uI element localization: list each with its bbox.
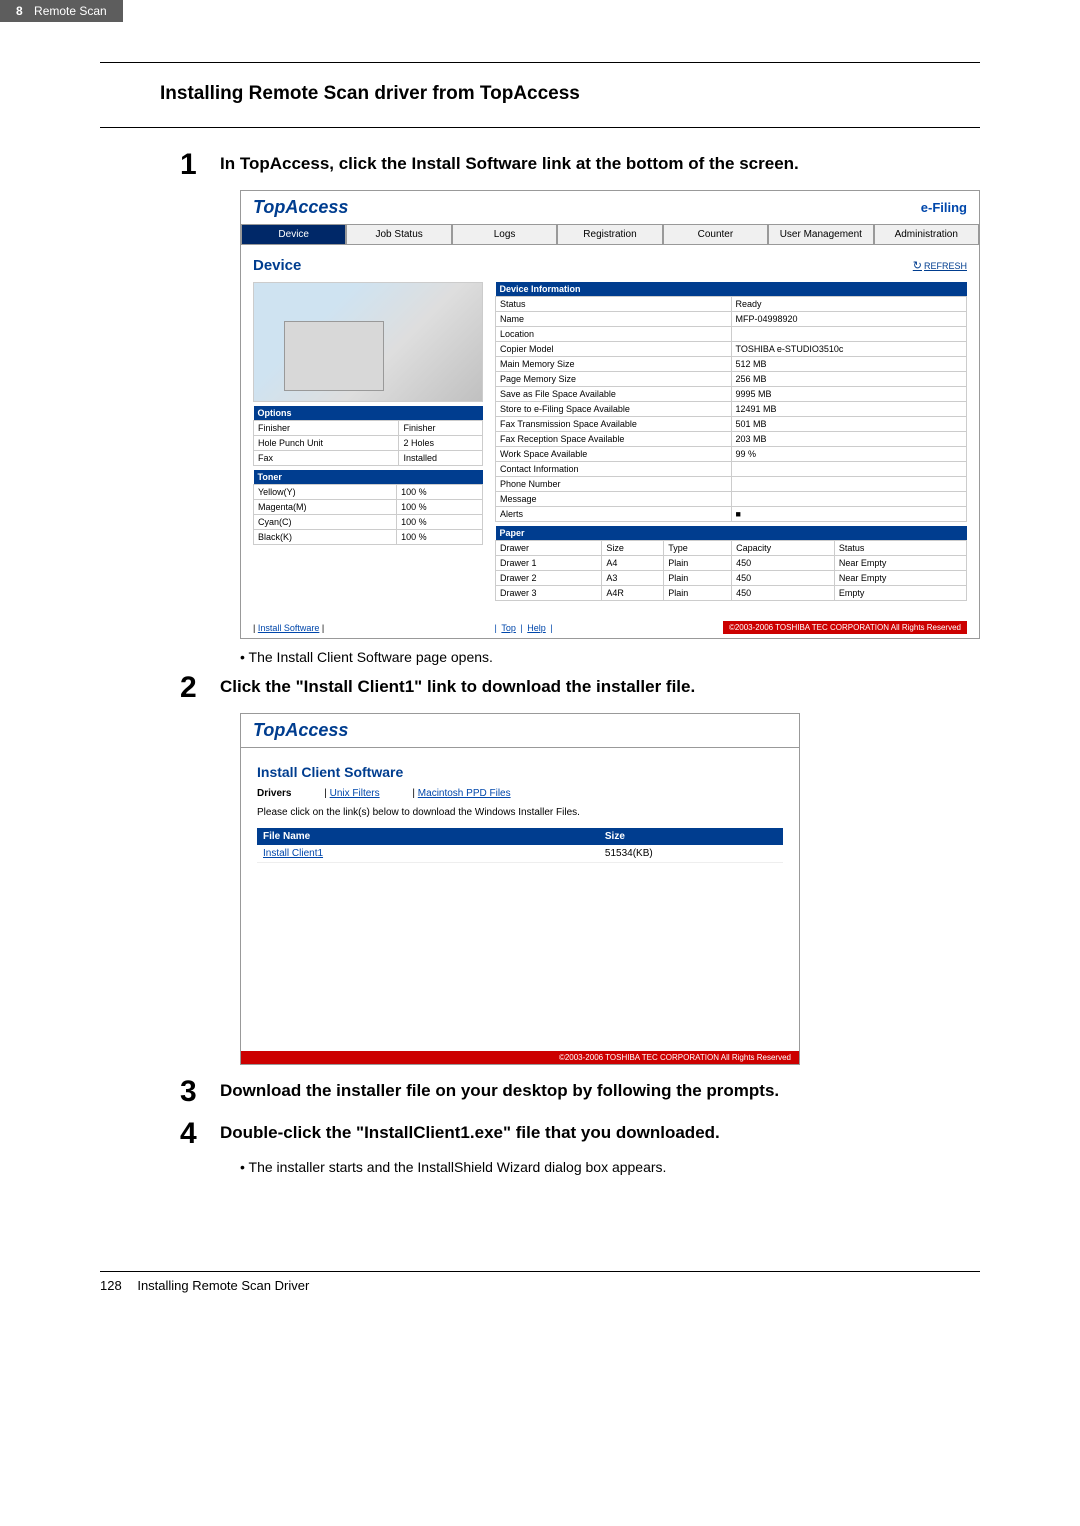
page-footer: 128 Installing Remote Scan Driver bbox=[0, 1261, 1080, 1303]
download-instruction: Please click on the link(s) below to dow… bbox=[257, 807, 783, 818]
step-4: 4 Double-click the "InstallClient1.exe" … bbox=[180, 1117, 980, 1151]
page-header-chapter: Remote Scan bbox=[34, 4, 107, 18]
toner-table: Toner Yellow(Y)100 % Magenta(M)100 % Cya… bbox=[253, 470, 483, 545]
help-link[interactable]: Help bbox=[527, 623, 546, 633]
deviceinfo-table: Device Information StatusReady NameMFP-0… bbox=[495, 282, 967, 522]
step4-note: The installer starts and the InstallShie… bbox=[240, 1159, 980, 1175]
tab-mac-ppd[interactable]: Macintosh PPD Files bbox=[418, 788, 511, 799]
screenshot-install-client: TopAccess Install Client Software Driver… bbox=[240, 713, 800, 1065]
topaccess-logo: TopAccess bbox=[253, 197, 348, 218]
tab-usermgmt[interactable]: User Management bbox=[768, 224, 873, 245]
file-size: 51534(KB) bbox=[599, 845, 783, 863]
topaccess-logo: TopAccess bbox=[253, 720, 348, 741]
install-client1-link[interactable]: Install Client1 bbox=[263, 848, 323, 859]
step-text: In TopAccess, click the Install Software… bbox=[220, 148, 980, 182]
footer-title: Installing Remote Scan Driver bbox=[137, 1278, 309, 1293]
tab-registration[interactable]: Registration bbox=[557, 224, 662, 245]
screenshot-topaccess-device: TopAccess e-Filing Device Job Status Log… bbox=[240, 190, 980, 639]
device-title: Device bbox=[253, 257, 301, 274]
refresh-link[interactable]: REFRESH bbox=[913, 259, 967, 272]
topaccess-tabs: Device Job Status Logs Registration Coun… bbox=[241, 224, 979, 245]
copyright-bar: ©2003-2006 TOSHIBA TEC CORPORATION All R… bbox=[723, 621, 967, 634]
tab-jobstatus[interactable]: Job Status bbox=[346, 224, 451, 245]
step-number: 3 bbox=[180, 1075, 220, 1109]
paper-table: Paper DrawerSize TypeCapacity Status Dra… bbox=[495, 526, 967, 601]
tab-unix-filters[interactable]: Unix Filters bbox=[330, 788, 380, 799]
install-client-software-title: Install Client Software bbox=[257, 764, 783, 780]
step-3: 3 Download the installer file on your de… bbox=[180, 1075, 980, 1109]
section-title: Installing Remote Scan driver from TopAc… bbox=[160, 83, 980, 105]
top-link[interactable]: Top bbox=[501, 623, 516, 633]
step-2: 2 Click the "Install Client1" link to do… bbox=[180, 671, 980, 705]
top-rule bbox=[100, 62, 980, 63]
footer-page-num: 128 bbox=[100, 1278, 122, 1293]
step-number: 1 bbox=[180, 148, 220, 182]
step1-note: The Install Client Software page opens. bbox=[240, 649, 980, 665]
printer-image bbox=[253, 282, 483, 402]
step-text: Click the "Install Client1" link to down… bbox=[220, 671, 980, 705]
options-table: Options FinisherFinisher Hole Punch Unit… bbox=[253, 406, 483, 466]
tab-logs[interactable]: Logs bbox=[452, 224, 557, 245]
tab-counter[interactable]: Counter bbox=[663, 224, 768, 245]
step-text: Download the installer file on your desk… bbox=[220, 1075, 980, 1109]
step-1: 1 In TopAccess, click the Install Softwa… bbox=[180, 148, 980, 182]
copyright-bar: ©2003-2006 TOSHIBA TEC CORPORATION All R… bbox=[241, 1051, 799, 1064]
tab-device[interactable]: Device bbox=[241, 224, 346, 245]
step-number: 4 bbox=[180, 1117, 220, 1151]
refresh-icon bbox=[913, 261, 924, 271]
install-software-link[interactable]: Install Software bbox=[258, 623, 320, 633]
tab-drivers[interactable]: Drivers bbox=[257, 788, 291, 799]
step-text: Double-click the "InstallClient1.exe" fi… bbox=[220, 1117, 980, 1151]
efiling-link[interactable]: e-Filing bbox=[921, 200, 967, 215]
tab-admin[interactable]: Administration bbox=[874, 224, 979, 245]
page-header-tab: 8 Remote Scan bbox=[0, 0, 123, 22]
page-header-num: 8 bbox=[16, 4, 23, 18]
step-number: 2 bbox=[180, 671, 220, 705]
file-table: File Name Size Install Client1 51534(KB) bbox=[257, 828, 783, 863]
